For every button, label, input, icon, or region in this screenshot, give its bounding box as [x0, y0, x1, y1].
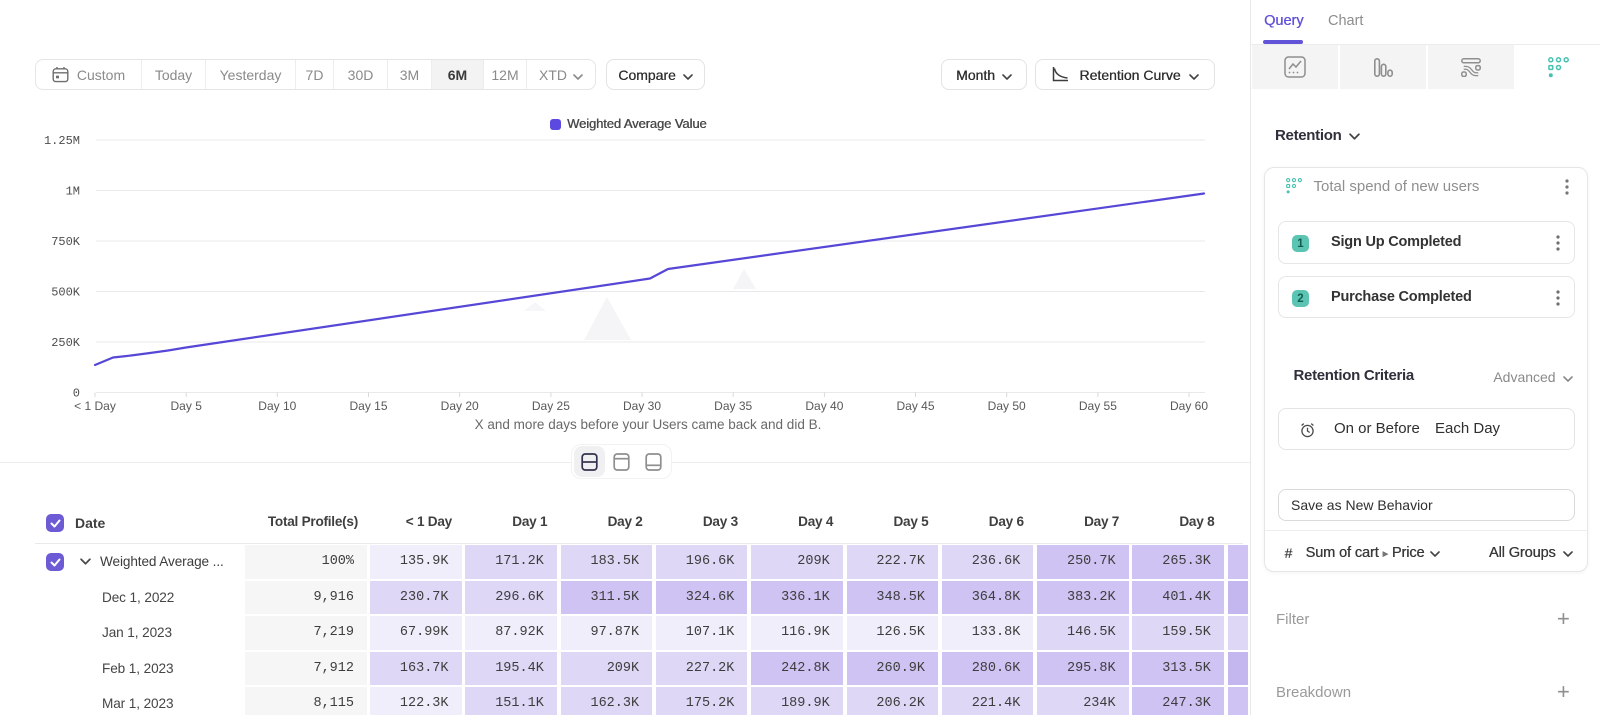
- svg-text:X and more days before your Us: X and more days before your Users came b…: [475, 417, 822, 432]
- svg-text:Day 10: Day 10: [258, 399, 296, 413]
- svg-text:Day 15: Day 15: [349, 399, 387, 413]
- svg-text:Day 50: Day 50: [988, 399, 1026, 413]
- svg-text:750K: 750K: [51, 235, 81, 249]
- svg-text:Day 5: Day 5: [171, 399, 203, 413]
- svg-text:Day 45: Day 45: [896, 399, 934, 413]
- svg-text:Day 20: Day 20: [441, 399, 479, 413]
- svg-text:Day 60: Day 60: [1170, 399, 1208, 413]
- svg-text:Day 55: Day 55: [1079, 399, 1117, 413]
- svg-text:250K: 250K: [51, 336, 81, 350]
- svg-text:Day 25: Day 25: [532, 399, 570, 413]
- svg-text:Day 30: Day 30: [623, 399, 661, 413]
- svg-text:< 1 Day: < 1 Day: [74, 399, 116, 413]
- svg-text:Day 35: Day 35: [714, 399, 752, 413]
- svg-text:1.25M: 1.25M: [44, 134, 80, 148]
- svg-text:Day 40: Day 40: [805, 399, 843, 413]
- svg-text:500K: 500K: [51, 286, 81, 300]
- svg-text:1M: 1M: [66, 185, 80, 199]
